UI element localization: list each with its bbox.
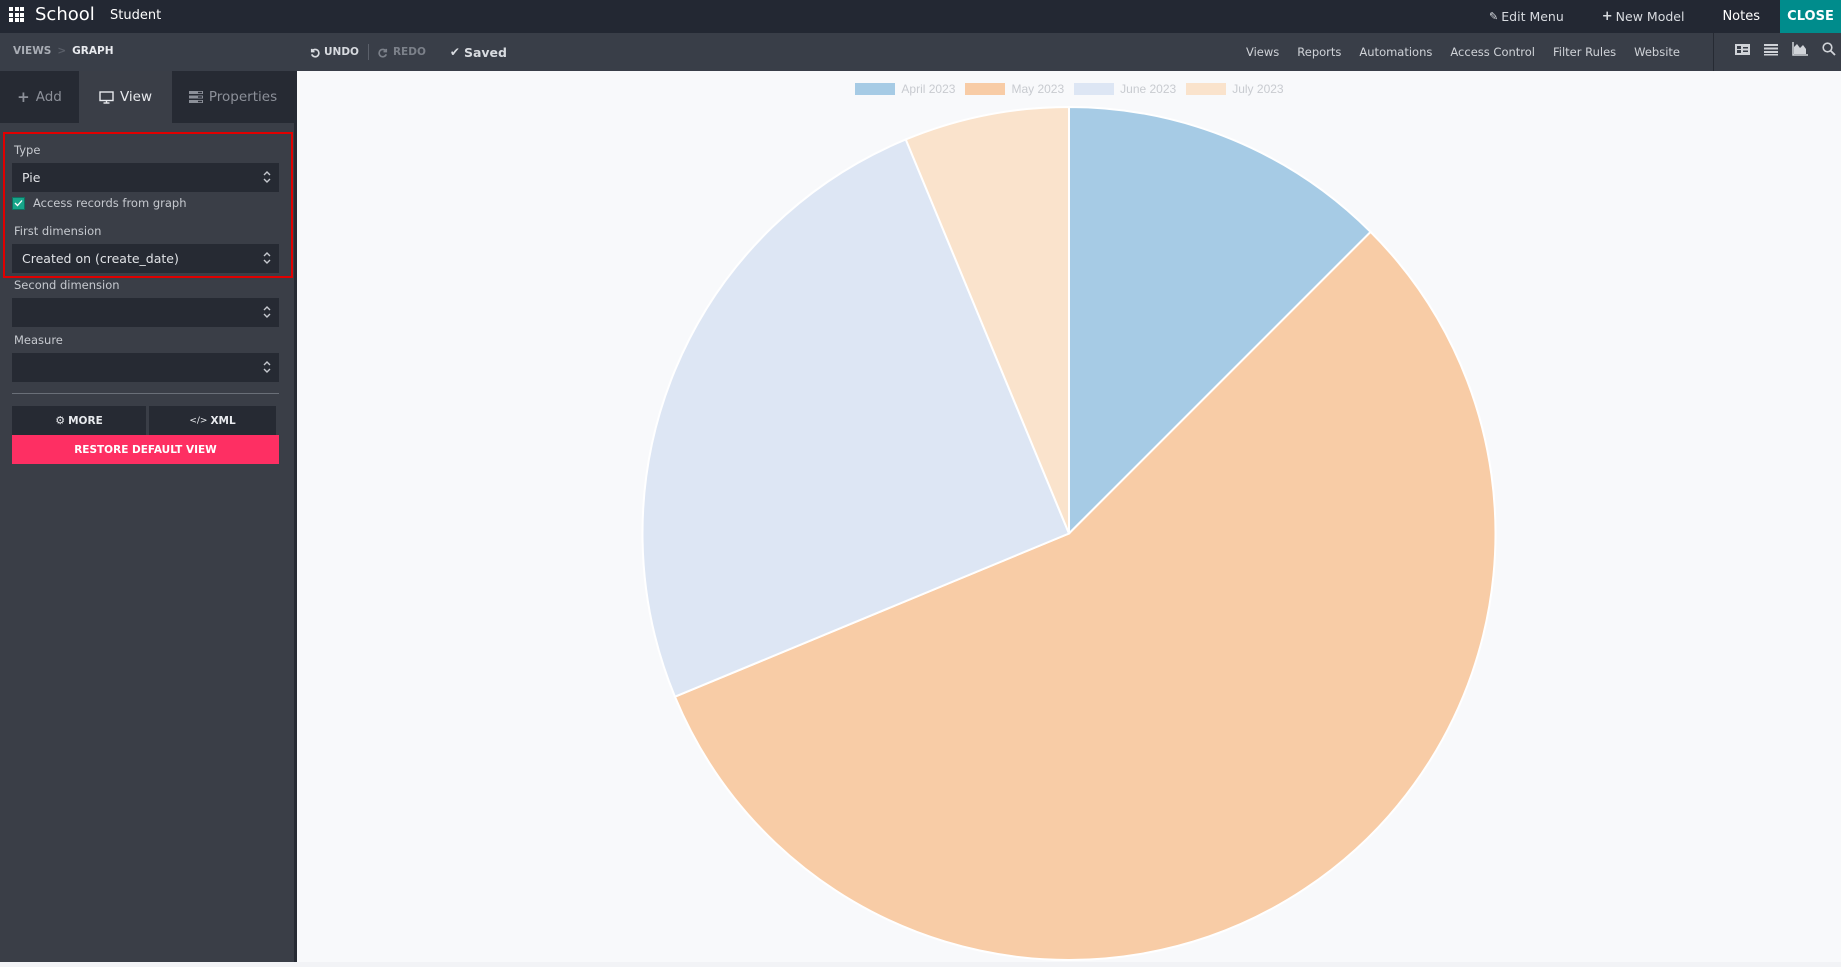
legend-swatch bbox=[855, 83, 896, 95]
gear-icon: ⚙ bbox=[55, 414, 66, 427]
tab-view-label: View bbox=[119, 89, 153, 105]
properties-icon bbox=[188, 91, 203, 103]
tab-properties[interactable]: Properties bbox=[172, 71, 294, 123]
legend-swatch bbox=[1074, 83, 1115, 95]
nav-views[interactable]: Views bbox=[1246, 45, 1279, 59]
nav-automations[interactable]: Automations bbox=[1359, 45, 1432, 59]
studio-nav: Views Reports Automations Access Control… bbox=[1246, 45, 1680, 59]
area-chart-icon[interactable] bbox=[1792, 42, 1808, 56]
restore-default-view-button[interactable]: RESTORE DEFAULT VIEW bbox=[12, 435, 279, 464]
access-records-label: Access records from graph bbox=[33, 196, 187, 210]
legend-item[interactable]: June 2023 bbox=[1074, 82, 1176, 96]
access-records-checkbox-row[interactable]: Access records from graph bbox=[12, 196, 187, 210]
new-model-label: New Model bbox=[1615, 9, 1685, 24]
redo-label: REDO bbox=[392, 46, 426, 58]
list-icon[interactable] bbox=[1764, 43, 1778, 56]
redo-button[interactable]: REDO bbox=[378, 46, 426, 58]
undo-icon bbox=[310, 48, 320, 58]
code-icon: </> bbox=[189, 415, 208, 426]
nav-website[interactable]: Website bbox=[1634, 45, 1680, 59]
nav-filter-rules[interactable]: Filter Rules bbox=[1553, 45, 1616, 59]
more-label: MORE bbox=[68, 414, 103, 427]
edit-menu-button[interactable]: ✎ Edit Menu bbox=[1489, 9, 1564, 24]
breadcrumb-separator: > bbox=[57, 45, 67, 57]
pie-chart[interactable] bbox=[297, 71, 1841, 962]
notes-button[interactable]: Notes bbox=[1722, 9, 1760, 24]
new-model-button[interactable]: + New Model bbox=[1602, 9, 1685, 24]
legend-item[interactable]: April 2023 bbox=[855, 82, 955, 96]
close-button[interactable]: CLOSE bbox=[1780, 0, 1841, 33]
saved-status: ✔ Saved bbox=[450, 45, 507, 60]
saved-label: Saved bbox=[463, 44, 507, 60]
legend-item[interactable]: May 2023 bbox=[965, 82, 1064, 96]
legend-label: April 2023 bbox=[901, 82, 956, 96]
breadcrumb-graph: GRAPH bbox=[72, 45, 114, 57]
legend-swatch bbox=[1186, 83, 1227, 95]
redo-icon bbox=[378, 48, 388, 58]
plus-icon: + bbox=[1601, 9, 1613, 24]
nav-reports[interactable]: Reports bbox=[1297, 45, 1341, 59]
legend-label: May 2023 bbox=[1011, 82, 1065, 96]
type-select[interactable]: Pie bbox=[12, 163, 279, 192]
select-arrows-icon bbox=[263, 361, 271, 373]
type-label: Type bbox=[14, 143, 41, 157]
sidebar-divider bbox=[12, 393, 279, 394]
first-dimension-value: Created on (create_date) bbox=[22, 251, 179, 266]
monitor-icon bbox=[99, 90, 114, 104]
select-arrows-icon bbox=[263, 171, 271, 183]
first-dimension-select[interactable]: Created on (create_date) bbox=[12, 244, 279, 273]
first-dimension-label: First dimension bbox=[14, 224, 102, 238]
measure-select[interactable] bbox=[12, 353, 279, 382]
xml-button[interactable]: </> XML bbox=[149, 406, 276, 435]
search-icon[interactable] bbox=[1822, 42, 1836, 56]
tab-add-label: Add bbox=[35, 89, 62, 105]
graph-view: April 2023 May 2023 June 2023 July 2023 bbox=[297, 71, 1841, 962]
edit-menu-label: Edit Menu bbox=[1501, 9, 1564, 24]
form-icon[interactable] bbox=[1735, 43, 1750, 56]
tab-properties-label: Properties bbox=[208, 89, 278, 105]
legend-item[interactable]: July 2023 bbox=[1186, 82, 1284, 96]
nav-access-control[interactable]: Access Control bbox=[1450, 45, 1535, 59]
measure-label: Measure bbox=[14, 333, 63, 347]
legend-swatch bbox=[965, 83, 1006, 95]
legend-label: June 2023 bbox=[1120, 82, 1177, 96]
menu-item-student[interactable]: Student bbox=[110, 8, 161, 23]
studio-toolbar: VIEWS > GRAPH UNDO REDO ✔ Saved Views Re… bbox=[0, 33, 1841, 71]
app-name[interactable]: School bbox=[35, 4, 95, 25]
type-select-value: Pie bbox=[22, 170, 41, 185]
view-switcher bbox=[1735, 42, 1836, 56]
pencil-icon: ✎ bbox=[1489, 10, 1499, 23]
plus-icon: + bbox=[17, 88, 30, 106]
top-bar: School Student ✎ Edit Menu + New Model N… bbox=[0, 0, 1841, 33]
select-arrows-icon bbox=[263, 306, 271, 318]
legend-label: July 2023 bbox=[1232, 82, 1284, 96]
second-dimension-label: Second dimension bbox=[14, 278, 120, 292]
breadcrumb: VIEWS > GRAPH bbox=[13, 45, 114, 57]
more-button[interactable]: ⚙ MORE bbox=[12, 406, 146, 435]
divider bbox=[367, 44, 369, 60]
breadcrumb-views[interactable]: VIEWS bbox=[13, 45, 51, 57]
undo-button[interactable]: UNDO bbox=[309, 46, 359, 58]
xml-label: XML bbox=[210, 414, 236, 427]
bottom-strip bbox=[0, 962, 1841, 967]
select-arrows-icon bbox=[263, 252, 271, 264]
undo-label: UNDO bbox=[324, 46, 359, 58]
check-icon: ✔ bbox=[449, 45, 460, 59]
tab-view[interactable]: View bbox=[79, 71, 172, 123]
sidebar-tabs: + Add View Properties bbox=[0, 71, 294, 123]
toolbar-divider bbox=[1713, 33, 1714, 71]
second-dimension-select[interactable] bbox=[12, 298, 279, 327]
studio-sidebar: + Add View Properties Type Pie Access re… bbox=[0, 71, 294, 962]
checkmark-icon bbox=[14, 200, 23, 207]
access-records-checkbox[interactable] bbox=[12, 196, 25, 210]
tab-add[interactable]: + Add bbox=[0, 71, 79, 123]
apps-grid-icon[interactable] bbox=[9, 7, 24, 22]
chart-legend: April 2023 May 2023 June 2023 July 2023 bbox=[297, 82, 1841, 96]
